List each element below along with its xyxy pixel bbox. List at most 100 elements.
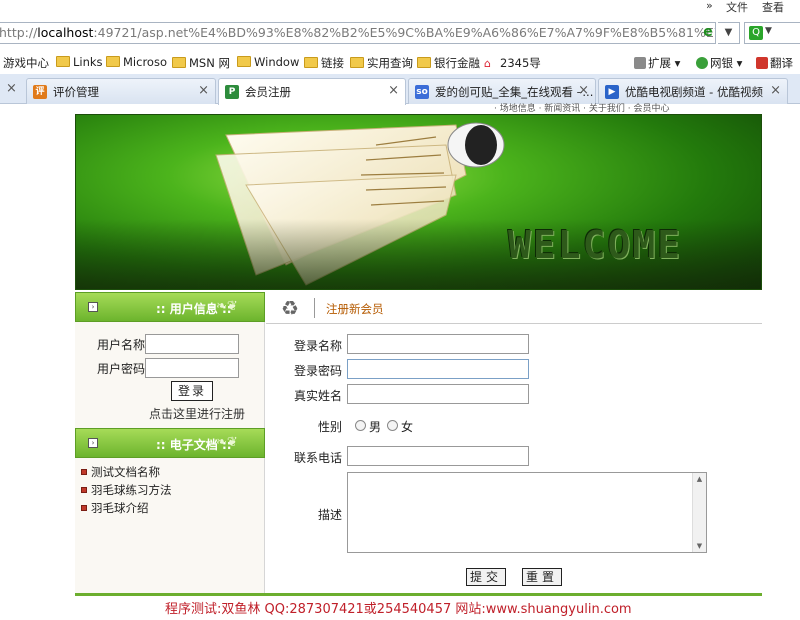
favorites-bar: 游戏中心 Links Microso MSN 网 Window 链接 实用查询 … bbox=[0, 50, 800, 74]
toolbar-label: 网银 bbox=[710, 56, 733, 70]
gender-radio-male[interactable] bbox=[355, 420, 366, 431]
fav-item-microso[interactable]: Microso bbox=[106, 55, 167, 69]
fav-label: 游戏中心 bbox=[3, 56, 49, 70]
page-content: · 场地信息 · 新闻资讯 · 关于我们 · 会员中心 WELCOME ›::… bbox=[0, 104, 800, 620]
password-field-label: 登录密码 bbox=[293, 364, 342, 378]
arrow-right-icon: › bbox=[88, 438, 98, 448]
submit-button[interactable]: 提交 bbox=[466, 568, 506, 586]
fav-label: Links bbox=[73, 55, 103, 69]
toolbar-translate[interactable]: 翻译 bbox=[756, 55, 793, 71]
form-title: 注册新会员 bbox=[326, 302, 384, 316]
folder-icon bbox=[172, 57, 186, 68]
password-field-input[interactable] bbox=[347, 359, 529, 379]
fav-label: MSN 网 bbox=[189, 56, 230, 70]
folder-icon bbox=[56, 56, 70, 67]
username-label: 用户名称 bbox=[97, 338, 146, 352]
scroll-down-icon[interactable]: ▼ bbox=[693, 542, 706, 550]
tab-label: 优酷电视剧频道 - 优酷视频 bbox=[625, 85, 763, 99]
bullet-icon bbox=[81, 469, 87, 475]
welcome-text: WELCOME bbox=[508, 223, 683, 267]
description-textarea[interactable]: ▲ ▼ bbox=[347, 472, 707, 553]
fav-item-2345[interactable]: ⌂ 2345导 bbox=[484, 55, 541, 71]
doc-item[interactable]: 羽毛球介绍 bbox=[81, 500, 149, 516]
fav-label: 实用查询 bbox=[367, 56, 413, 70]
gender-option-label: 男 bbox=[369, 420, 382, 434]
close-icon[interactable]: × bbox=[770, 83, 781, 98]
phone-input[interactable] bbox=[347, 446, 529, 466]
menu-file[interactable]: 文件 bbox=[726, 0, 748, 15]
banner: WELCOME bbox=[75, 114, 762, 290]
close-icon[interactable]: × bbox=[6, 81, 17, 96]
tab-favicon: 评 bbox=[33, 85, 47, 99]
menu-view[interactable]: 查看 bbox=[762, 0, 784, 15]
close-icon[interactable]: × bbox=[578, 83, 589, 98]
real-name-input[interactable] bbox=[347, 384, 529, 404]
bullet-icon bbox=[81, 505, 87, 511]
password-label: 用户密码 bbox=[97, 362, 146, 376]
doc-label: 测试文档名称 bbox=[91, 465, 160, 479]
scrollbar[interactable]: ▲ ▼ bbox=[692, 473, 706, 552]
fav-label: 2345导 bbox=[500, 56, 541, 70]
doc-label: 羽毛球练习方法 bbox=[91, 483, 172, 497]
url-input[interactable]: http://localhost:49721/asp.net%E4%BD%93%… bbox=[0, 22, 716, 44]
scroll-up-icon[interactable]: ▲ bbox=[693, 475, 706, 483]
gender-radio-group: 男 女 bbox=[355, 420, 425, 434]
tab-label: 爱的创可贴_全集_在线观看 –... bbox=[435, 85, 594, 99]
username-input[interactable] bbox=[145, 334, 239, 354]
docs-header: › :: 电子文档 :: ❧❦ bbox=[75, 428, 265, 458]
sidebar: › :: 用户信息 :: ❧❦ 用户名称 用户密码 登录 点击这里进行注册 › … bbox=[75, 292, 265, 595]
folder-icon bbox=[237, 56, 251, 67]
menu-chevron[interactable]: » bbox=[706, 0, 713, 12]
toolbar-extend[interactable]: 扩展 ▾ bbox=[634, 55, 680, 71]
user-info-header: › :: 用户信息 :: ❧❦ bbox=[75, 292, 265, 322]
folder-icon bbox=[350, 57, 364, 68]
fav-label: Window bbox=[254, 55, 300, 69]
arrow-right-icon: › bbox=[88, 302, 98, 312]
close-icon[interactable]: × bbox=[388, 83, 399, 98]
2345-icon: ⌂ bbox=[484, 57, 491, 70]
toolbar-bank[interactable]: 网银 ▾ bbox=[696, 55, 742, 71]
login-name-label: 登录名称 bbox=[293, 339, 342, 353]
browser-menubar: » 文件 查看 bbox=[0, 0, 800, 14]
shield-icon bbox=[696, 57, 708, 69]
login-button[interactable]: 登录 bbox=[171, 381, 213, 401]
tab-label: 会员注册 bbox=[245, 85, 291, 99]
fav-item-bank[interactable]: 银行金融 bbox=[417, 55, 480, 71]
close-icon[interactable]: × bbox=[198, 83, 209, 98]
url-dropdown-icon[interactable]: ▼ bbox=[718, 22, 740, 44]
fav-label: 链接 bbox=[321, 56, 344, 70]
fav-item-query[interactable]: 实用查询 bbox=[350, 55, 413, 71]
password-input[interactable] bbox=[145, 358, 239, 378]
form-header: ♻ 注册新会员 bbox=[266, 292, 762, 324]
tab-review-management[interactable]: 评 评价管理 × bbox=[26, 78, 216, 104]
gender-label: 性别 bbox=[317, 420, 342, 434]
ie-compat-icon[interactable]: e bbox=[700, 24, 716, 40]
bullet-icon bbox=[81, 487, 87, 493]
tab-label: 评价管理 bbox=[53, 85, 99, 99]
fav-item-links[interactable]: Links bbox=[56, 55, 103, 69]
fav-item-window[interactable]: Window bbox=[237, 55, 299, 69]
tab-member-register[interactable]: P 会员注册 × bbox=[218, 78, 406, 105]
search-engine-icon[interactable]: Q bbox=[749, 26, 763, 40]
url-path: :49721/asp.net%E4%BD%93%E8%82%B2%E5%9C%B… bbox=[93, 25, 715, 40]
folder-icon bbox=[417, 57, 431, 68]
search-box[interactable]: Q ▼ bbox=[744, 22, 800, 44]
fav-label: Microso bbox=[123, 55, 167, 69]
flourish-icon: ❧❦ bbox=[216, 299, 238, 314]
footer-divider bbox=[75, 593, 762, 596]
doc-item[interactable]: 羽毛球练习方法 bbox=[81, 482, 172, 498]
top-nav[interactable]: · 场地信息 · 新闻资讯 · 关于我们 · 会员中心 bbox=[494, 101, 764, 113]
login-name-input[interactable] bbox=[347, 334, 529, 354]
fav-item-msn[interactable]: MSN 网 bbox=[172, 55, 230, 71]
reset-button[interactable]: 重置 bbox=[522, 568, 562, 586]
toolbar-label: 翻译 bbox=[770, 56, 793, 70]
phone-label: 联系电话 bbox=[293, 451, 342, 465]
chevron-down-icon[interactable]: ▼ bbox=[765, 26, 772, 36]
folder-icon bbox=[304, 57, 318, 68]
gender-radio-female[interactable] bbox=[387, 420, 398, 431]
fav-item-links-cn[interactable]: 链接 bbox=[304, 55, 344, 71]
real-name-label: 真实姓名 bbox=[293, 389, 342, 403]
fav-item-game-center[interactable]: 游戏中心 bbox=[3, 55, 49, 71]
register-link[interactable]: 点击这里进行注册 bbox=[149, 405, 245, 422]
doc-item[interactable]: 测试文档名称 bbox=[81, 464, 160, 480]
